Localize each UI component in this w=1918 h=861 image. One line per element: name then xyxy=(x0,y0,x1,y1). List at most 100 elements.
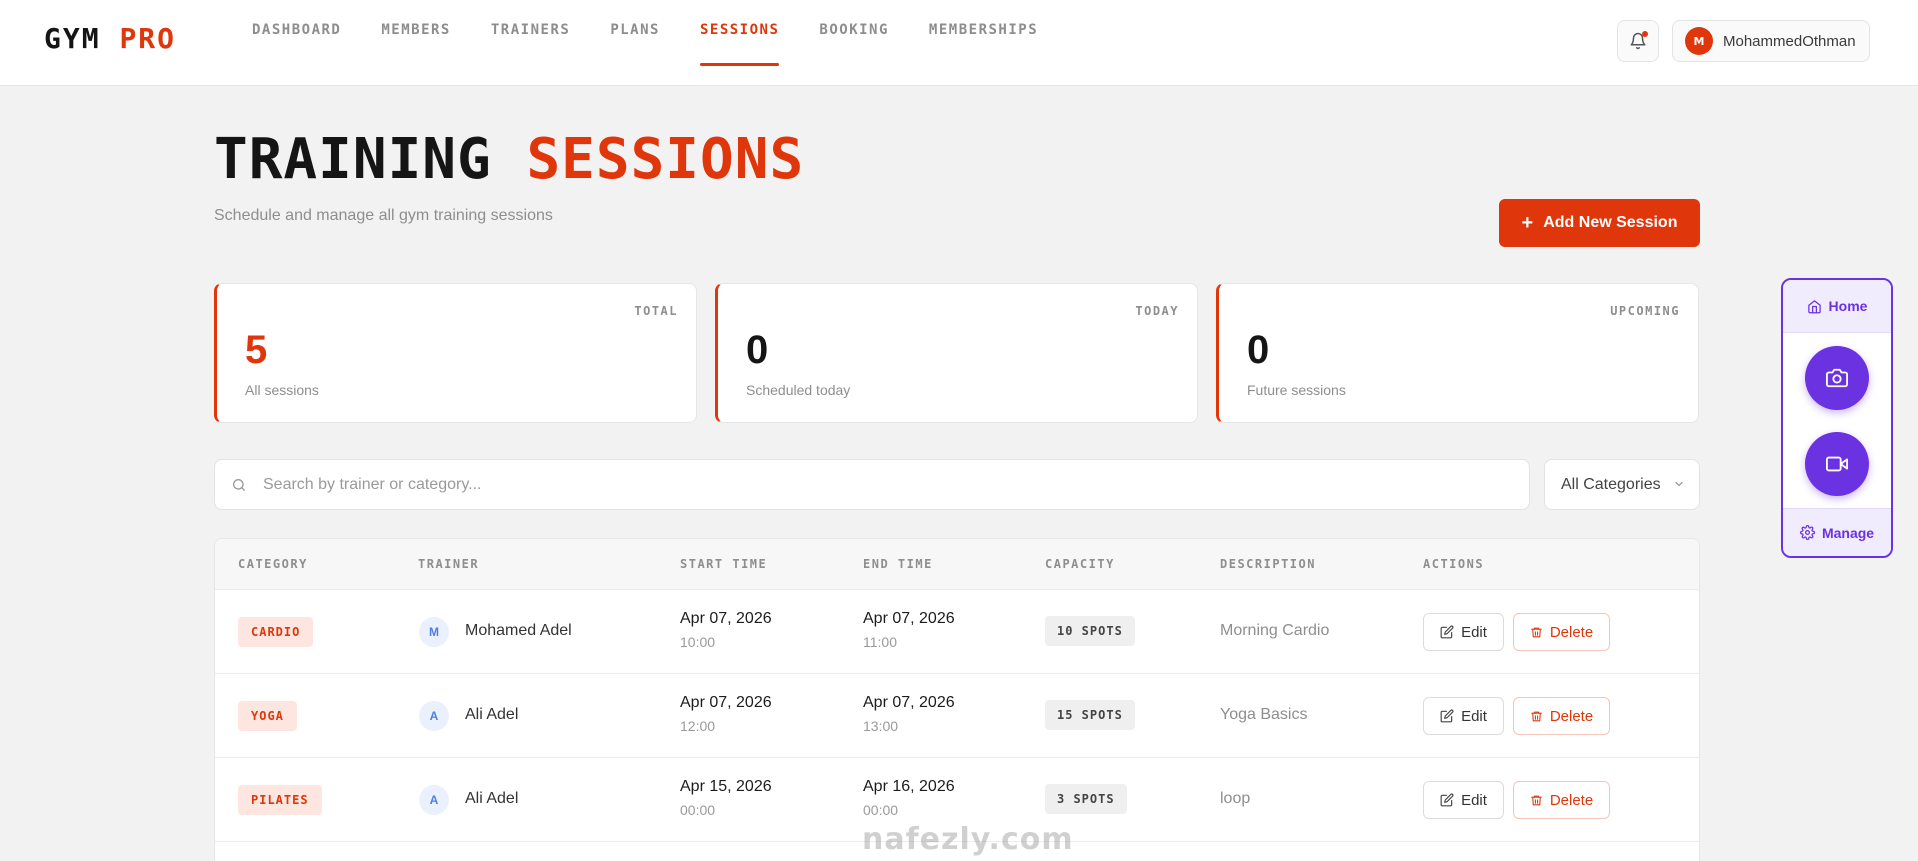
camera-icon xyxy=(1826,368,1848,388)
category-badge: CARDIO xyxy=(238,617,314,647)
search-box xyxy=(214,459,1530,510)
video-icon xyxy=(1826,456,1848,472)
nav-item-members[interactable]: MEMBERS xyxy=(381,0,451,86)
table-header: CATEGORY TRAINER START TIME END TIME CAP… xyxy=(215,539,1699,590)
column-header-end-time: END TIME xyxy=(863,557,933,571)
main-nav: DASHBOARD MEMBERS TRAINERS PLANS SESSION… xyxy=(252,0,1078,86)
end-time: 00:00 xyxy=(863,802,899,818)
trainer-avatar: A xyxy=(419,785,449,815)
end-time: 13:00 xyxy=(863,718,899,734)
delete-label: Delete xyxy=(1549,623,1594,641)
page-subtitle: Schedule and manage all gym training ses… xyxy=(214,207,553,224)
stat-caption: All sessions xyxy=(245,382,319,398)
end-date: Apr 07, 2026 xyxy=(863,694,955,711)
trainer-name: Ali Adel xyxy=(465,706,519,723)
category-badge: YOGA xyxy=(238,701,297,731)
column-header-actions: ACTIONS xyxy=(1423,557,1485,571)
notifications-button[interactable] xyxy=(1617,20,1659,62)
top-navbar: GYM PRO DASHBOARD MEMBERS TRAINERS PLANS… xyxy=(0,0,1918,86)
edit-label: Edit xyxy=(1461,707,1487,725)
gear-icon xyxy=(1799,525,1815,540)
stat-value: 5 xyxy=(245,328,268,372)
stat-card-total: TOTAL 5 All sessions xyxy=(214,283,697,423)
sessions-table: CATEGORY TRAINER START TIME END TIME CAP… xyxy=(214,538,1700,861)
end-time: 11:00 xyxy=(863,634,897,650)
stat-value: 0 xyxy=(746,328,769,372)
user-menu-button[interactable]: M MohammedOthman xyxy=(1672,20,1870,62)
stat-tag: UPCOMING xyxy=(1610,304,1680,318)
table-row: CARDIO M Mohamed Adel Apr 07, 2026 10:00… xyxy=(215,590,1699,674)
home-icon xyxy=(1807,299,1821,313)
widget-home-label: Home xyxy=(1828,298,1868,314)
trash-icon xyxy=(1530,795,1542,805)
page-title-main: TRAINING xyxy=(214,127,492,192)
session-description: Yoga Basics xyxy=(1220,706,1308,723)
trainer-avatar: M xyxy=(419,617,449,647)
column-header-capacity: CAPACITY xyxy=(1045,557,1115,571)
stat-caption: Scheduled today xyxy=(746,382,851,398)
search-icon xyxy=(233,478,245,491)
avatar: M xyxy=(1685,27,1713,55)
edit-icon xyxy=(1440,793,1454,807)
trainer-avatar: A xyxy=(419,701,449,731)
start-time: 10:00 xyxy=(680,634,716,650)
brand-name: GYM xyxy=(44,22,101,55)
chevron-down-icon xyxy=(1675,481,1683,487)
column-header-description: DESCRIPTION xyxy=(1220,557,1316,571)
add-session-button[interactable]: + Add New Session xyxy=(1499,199,1700,247)
capacity-badge: 10 SPOTS xyxy=(1045,616,1135,646)
camera-button[interactable] xyxy=(1805,346,1869,410)
start-time: 12:00 xyxy=(680,718,716,734)
session-description: loop xyxy=(1220,790,1251,807)
edit-label: Edit xyxy=(1461,623,1487,641)
nav-item-trainers[interactable]: TRAINERS xyxy=(491,0,570,86)
delete-button[interactable]: Delete xyxy=(1513,613,1610,651)
stat-tag: TODAY xyxy=(1135,304,1179,318)
edit-button[interactable]: Edit xyxy=(1423,781,1504,819)
delete-label: Delete xyxy=(1549,707,1594,725)
add-session-label: Add New Session xyxy=(1543,214,1678,231)
brand-logo[interactable]: GYM PRO xyxy=(44,22,176,55)
widget-home-button[interactable]: Home xyxy=(1783,280,1891,333)
nav-item-booking[interactable]: BOOKING xyxy=(819,0,889,86)
end-date: Apr 07, 2026 xyxy=(863,610,955,627)
start-time: 00:00 xyxy=(680,802,716,818)
floating-quick-panel: Home Manage xyxy=(1781,278,1893,558)
widget-manage-label: Manage xyxy=(1821,524,1875,541)
edit-button[interactable]: Edit xyxy=(1423,697,1504,735)
trash-icon xyxy=(1530,711,1542,721)
nav-item-plans[interactable]: PLANS xyxy=(610,0,660,86)
stat-value: 0 xyxy=(1247,328,1270,372)
edit-icon xyxy=(1440,709,1454,723)
video-button[interactable] xyxy=(1805,432,1869,496)
capacity-badge: 15 SPOTS xyxy=(1045,700,1135,730)
trash-icon xyxy=(1530,627,1542,637)
stat-card-today: TODAY 0 Scheduled today xyxy=(715,283,1198,423)
start-date: Apr 07, 2026 xyxy=(680,610,772,627)
stat-tag: TOTAL xyxy=(634,304,678,318)
watermark: nafezly.com xyxy=(862,822,1074,857)
widget-manage-button[interactable]: Manage xyxy=(1783,508,1891,556)
page-title: TRAINING SESSIONS xyxy=(214,128,804,192)
column-header-trainer: TRAINER xyxy=(418,557,480,571)
search-input[interactable] xyxy=(263,475,1463,494)
notification-dot xyxy=(1642,31,1648,37)
column-header-start-time: START TIME xyxy=(680,557,768,571)
plus-icon: + xyxy=(1521,212,1534,234)
delete-button[interactable]: Delete xyxy=(1513,697,1610,735)
edit-icon xyxy=(1440,625,1454,639)
category-select[interactable]: All Categories xyxy=(1544,459,1700,510)
trainer-name: Mohamed Adel xyxy=(465,622,572,639)
brand-name-accent: PRO xyxy=(119,22,177,55)
start-date: Apr 15, 2026 xyxy=(680,778,772,795)
category-badge: PILATES xyxy=(238,785,322,815)
nav-item-memberships[interactable]: MEMBERSHIPS xyxy=(929,0,1038,86)
nav-item-dashboard[interactable]: DASHBOARD xyxy=(252,0,341,86)
edit-button[interactable]: Edit xyxy=(1423,613,1504,651)
delete-label: Delete xyxy=(1549,791,1594,809)
column-header-category: CATEGORY xyxy=(238,557,308,571)
stat-card-upcoming: UPCOMING 0 Future sessions xyxy=(1216,283,1699,423)
start-date: Apr 07, 2026 xyxy=(680,694,772,711)
nav-item-sessions[interactable]: SESSIONS xyxy=(699,0,780,86)
delete-button[interactable]: Delete xyxy=(1513,781,1610,819)
